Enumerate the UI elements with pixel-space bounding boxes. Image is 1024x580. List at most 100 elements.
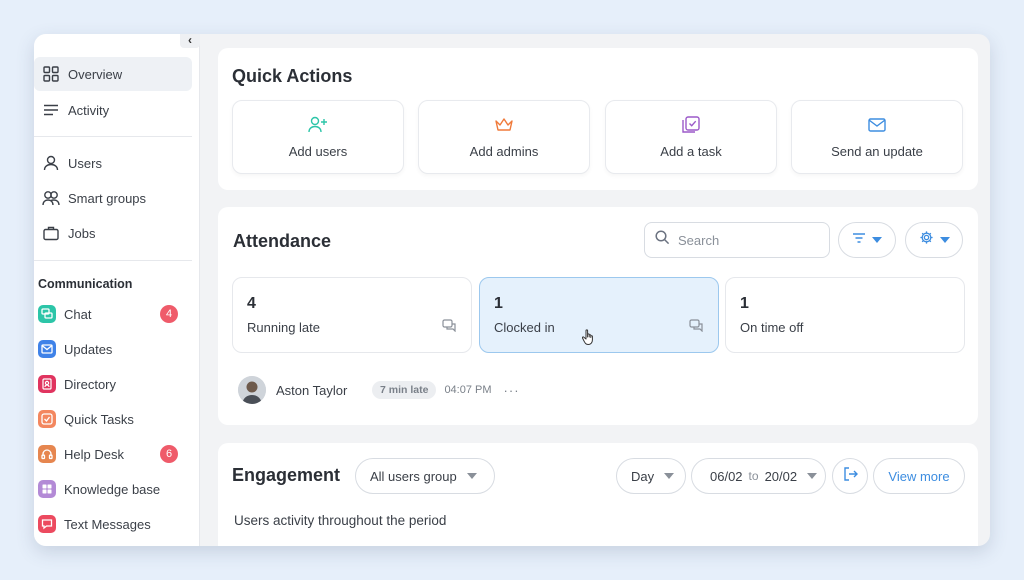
sidebar-item-overview[interactable]: Overview <box>34 57 192 91</box>
sidebar-item-users[interactable]: Users <box>34 146 192 180</box>
qa-label: Add admins <box>469 143 539 159</box>
sidebar-item-activity[interactable]: Activity <box>34 93 192 127</box>
sidebar-item-label: Knowledge base <box>64 481 161 497</box>
running-late-card[interactable]: 4 Running late <box>232 277 472 353</box>
clocked-in-card[interactable]: 1 Clocked in <box>479 277 719 353</box>
user-icon <box>42 154 60 172</box>
divider <box>34 260 192 261</box>
sidebar-item-label: Help Desk <box>64 446 124 462</box>
export-button[interactable] <box>832 458 868 494</box>
period-select[interactable]: Day <box>616 458 686 494</box>
qa-label: Add users <box>288 143 348 159</box>
add-user-icon <box>308 116 328 134</box>
help-desk-unread-badge: 6 <box>160 445 178 463</box>
group-select-value: All users group <box>370 468 457 484</box>
sidebar-item-chat[interactable]: Chat 4 <box>34 299 192 329</box>
quick-tasks-icon <box>38 410 56 428</box>
stat-label: Clocked in <box>494 320 555 335</box>
filter-button[interactable] <box>838 222 896 258</box>
late-badge: 7 min late <box>372 381 437 399</box>
collapse-sidebar-button[interactable]: ‹ <box>180 34 200 48</box>
app-window: ‹ Overview Activity Users Smart groups J… <box>34 34 990 546</box>
user-name: Aston Taylor <box>276 382 348 398</box>
attendance-row[interactable]: Aston Taylor 7 min late 04:07 PM ··· <box>238 375 520 405</box>
help-desk-icon <box>38 445 56 463</box>
filter-icon <box>852 231 866 249</box>
sidebar-item-smart-groups[interactable]: Smart groups <box>34 181 192 215</box>
crown-icon <box>494 116 514 134</box>
quick-actions-panel: Quick Actions Add users Add admins Add a… <box>218 48 978 190</box>
sidebar-item-label: Users <box>68 155 102 171</box>
grid-icon <box>42 65 60 83</box>
send-update-button[interactable]: Send an update <box>791 100 963 174</box>
chevron-down-icon <box>664 473 675 479</box>
sidebar-item-jobs[interactable]: Jobs <box>34 216 192 250</box>
view-more-button[interactable]: View more <box>873 458 965 494</box>
add-users-button[interactable]: Add users <box>232 100 404 174</box>
divider <box>34 136 192 137</box>
more-options-icon[interactable]: ··· <box>504 383 520 398</box>
sidebar-item-knowledge-base[interactable]: Knowledge base <box>34 474 192 504</box>
pointer-cursor-icon <box>581 328 596 351</box>
date-to-word: to <box>748 469 759 483</box>
chevron-down-icon <box>466 473 477 479</box>
search-input[interactable] <box>678 232 818 248</box>
avatar <box>238 376 266 404</box>
export-icon <box>842 466 858 487</box>
chevron-down-icon <box>807 473 818 479</box>
stat-label: Running late <box>247 320 320 335</box>
attendance-search[interactable] <box>644 222 830 258</box>
stat-count: 1 <box>740 295 749 312</box>
task-icon <box>681 115 701 134</box>
chat-unread-badge: 4 <box>160 305 178 323</box>
attendance-panel: Attendance 4 Running late <box>218 207 978 425</box>
chevron-down-icon <box>939 237 950 243</box>
stat-count: 4 <box>247 295 256 312</box>
chevron-down-icon <box>872 237 882 243</box>
updates-icon <box>38 340 56 358</box>
users-icon <box>42 189 60 207</box>
mail-icon <box>867 116 887 134</box>
add-admins-button[interactable]: Add admins <box>418 100 590 174</box>
search-icon <box>655 230 670 250</box>
date-range-select[interactable]: 06/02 to 20/02 <box>691 458 826 494</box>
sidebar-item-help-desk[interactable]: Help Desk 6 <box>34 439 192 469</box>
settings-button[interactable] <box>905 222 963 258</box>
directory-icon <box>38 375 56 393</box>
sidebar-item-quick-tasks[interactable]: Quick Tasks <box>34 404 192 434</box>
sidebar-item-text-messages[interactable]: Text Messages <box>34 509 192 539</box>
attendance-title: Attendance <box>233 231 332 251</box>
stat-label: On time off <box>740 320 804 335</box>
message-icon[interactable] <box>442 319 457 337</box>
date-from: 06/02 <box>710 468 743 484</box>
stat-count: 1 <box>494 295 503 312</box>
sidebar: ‹ Overview Activity Users Smart groups J… <box>34 34 200 546</box>
on-time-off-card[interactable]: 1 On time off <box>725 277 965 353</box>
sidebar-item-updates[interactable]: Updates <box>34 334 192 364</box>
quick-actions-title: Quick Actions <box>232 66 353 86</box>
sidebar-item-label: Activity <box>68 102 110 118</box>
engagement-panel: Engagement All users group Day 06/02 to … <box>218 443 978 546</box>
sidebar-item-label: Overview <box>68 66 123 82</box>
period-select-value: Day <box>631 468 655 484</box>
sidebar-item-label: Quick Tasks <box>64 411 134 427</box>
sidebar-item-label: Jobs <box>68 225 96 241</box>
chat-icon <box>38 305 56 323</box>
engagement-title: Engagement <box>232 465 341 485</box>
group-select[interactable]: All users group <box>355 458 495 494</box>
sidebar-item-label: Smart groups <box>68 190 147 206</box>
communication-section-title: Communication <box>38 277 133 291</box>
sidebar-item-directory[interactable]: Directory <box>34 369 192 399</box>
engagement-subtitle: Users activity throughout the period <box>234 513 447 528</box>
message-icon[interactable] <box>689 319 704 337</box>
sidebar-item-label: Chat <box>64 306 92 322</box>
gear-icon <box>919 230 934 250</box>
sidebar-item-label: Text Messages <box>64 516 151 532</box>
sidebar-item-label: Updates <box>64 341 113 357</box>
qa-label: Add a task <box>660 143 722 159</box>
briefcase-icon <box>42 224 60 242</box>
knowledge-base-icon <box>38 480 56 498</box>
qa-label: Send an update <box>831 143 923 159</box>
add-task-button[interactable]: Add a task <box>605 100 777 174</box>
clock-in-time: 04:07 PM <box>444 384 492 396</box>
